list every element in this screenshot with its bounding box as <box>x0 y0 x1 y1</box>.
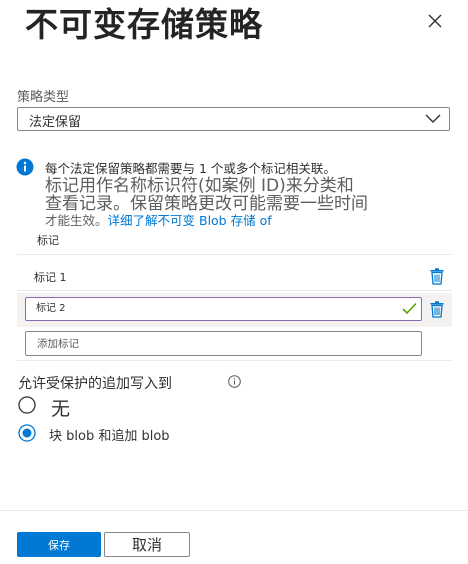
tag-row-1-value: 标记 1 <box>34 271 67 284</box>
tags-bottom-divider <box>17 360 452 361</box>
immutable-storage-policy-panel: 不可变存储策略 策略类型 法定保留 每个法定保留策略都需要与 1 个或多个标记相… <box>0 0 468 564</box>
add-tag-input[interactable] <box>25 331 422 356</box>
footer-divider <box>0 510 468 511</box>
policy-type-label: 策略类型 <box>17 90 70 105</box>
policy-type-select[interactable]: 法定保留 <box>17 107 450 131</box>
radio-block-and-append-blob[interactable] <box>18 424 36 442</box>
tag-row-2-input[interactable]: 标记 2 <box>25 297 422 321</box>
info-icon[interactable] <box>228 375 241 388</box>
checkmark-icon <box>402 302 417 315</box>
info-text-line-1: 每个法定保留策略都需要与 1 个或多个标记相关联。 <box>45 161 336 176</box>
close-button[interactable] <box>424 10 446 32</box>
tags-column-header: 标记 <box>37 234 59 247</box>
tags-header-divider <box>17 254 452 255</box>
save-button[interactable]: 保存 <box>17 532 101 557</box>
radio-none[interactable] <box>18 396 36 414</box>
radio-block-and-append-blob-label: 块 blob 和追加 blob <box>49 429 170 444</box>
info-icon <box>16 158 34 176</box>
tag-row-divider <box>17 290 452 291</box>
trash-icon[interactable] <box>430 268 444 285</box>
learn-more-link[interactable]: 详细了解不可变 Blob 存储 of <box>108 213 272 228</box>
trash-icon[interactable] <box>430 301 444 318</box>
info-text-line-4: 才能生效。详细了解不可变 Blob 存储 of <box>45 210 272 229</box>
radio-none-label: 无 <box>51 398 71 420</box>
chevron-down-icon <box>425 114 441 123</box>
cancel-button[interactable]: 取消 <box>104 532 190 557</box>
policy-type-selected-value: 法定保留 <box>29 115 82 130</box>
close-icon <box>428 14 442 28</box>
append-writes-label: 允许受保护的追加写入到 <box>18 376 172 392</box>
panel-title: 不可变存储策略 <box>25 5 263 44</box>
info-text-suffix: 才能生效。 <box>45 213 108 228</box>
